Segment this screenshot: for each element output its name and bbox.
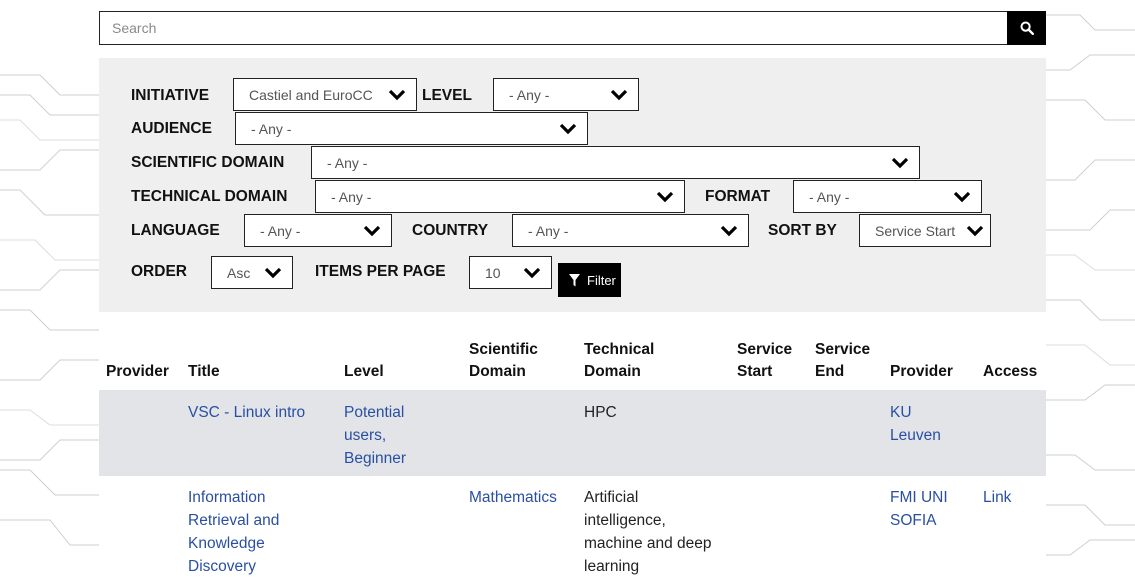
row2-access-link[interactable]: Link — [983, 486, 1011, 509]
row1-provider-line: Leuven — [890, 427, 941, 444]
row2-title-line: Knowledge — [188, 535, 265, 552]
items-per-page-select-value: 10 — [485, 265, 501, 281]
technical-domain-select[interactable]: - Any - — [315, 180, 685, 213]
row2-provider-line: SOFIA — [890, 512, 937, 529]
order-label: ORDER — [131, 263, 187, 280]
audience-select[interactable]: - Any - — [235, 112, 588, 145]
scientific-domain-select[interactable]: - Any - — [311, 146, 920, 179]
column-header-service-start-line2: Start — [737, 363, 773, 380]
order-select[interactable]: Asc — [211, 256, 293, 289]
audience-select-value: - Any - — [251, 121, 292, 137]
chevron-down-icon — [363, 225, 381, 237]
items-per-page-label: ITEMS PER PAGE — [315, 263, 446, 280]
sort-by-select-value: Service Start — [875, 223, 956, 239]
row2-provider-line: FMI UNI — [890, 489, 948, 506]
search-input[interactable] — [99, 11, 1007, 45]
search-icon — [1020, 21, 1034, 35]
format-select-value: - Any - — [809, 189, 850, 205]
row1-provider-link[interactable]: KU Leuven — [890, 401, 941, 447]
initiative-select[interactable]: Castiel and EuroCC — [233, 78, 417, 111]
row1-level-line: Beginner — [344, 450, 407, 467]
column-header-scientific-domain-line1: Scientific — [469, 341, 538, 358]
scientific-domain-select-value: - Any - — [327, 155, 368, 171]
row2-technical-domain-line: learning — [584, 558, 640, 575]
chevron-down-icon — [523, 267, 541, 279]
column-header-access: Access — [983, 363, 1038, 380]
row1-technical-domain: HPC — [584, 401, 617, 424]
country-label: COUNTRY — [412, 222, 489, 239]
row2-access-label: Link — [983, 489, 1012, 506]
chevron-down-icon — [966, 225, 984, 237]
column-header-technical-domain-line1: Technical — [584, 341, 655, 358]
level-select-value: - Any - — [509, 87, 550, 103]
filter-icon — [569, 273, 580, 286]
column-header-level: Level — [344, 363, 384, 380]
row1-technical-domain-line: HPC — [584, 404, 617, 421]
chevron-down-icon — [720, 225, 738, 237]
column-header-scientific-domain-line2: Domain — [469, 363, 526, 380]
sort-by-label: SORT BY — [768, 222, 837, 239]
column-header-service-end-line2: End — [815, 363, 845, 380]
initiative-select-value: Castiel and EuroCC — [249, 87, 373, 103]
row2-title-line: Discovery — [188, 558, 257, 575]
search-bar — [99, 11, 1046, 45]
sort-by-select[interactable]: Service Start — [859, 214, 991, 247]
country-select[interactable]: - Any - — [512, 214, 749, 247]
initiative-label: INITIATIVE — [131, 87, 210, 104]
country-select-value: - Any - — [528, 223, 569, 239]
row1-title-line: VSC - Linux intro — [188, 404, 306, 421]
column-header-title: Title — [188, 363, 220, 380]
row2-scientific-domain-line: Mathematics — [469, 489, 557, 506]
technical-domain-select-value: - Any - — [331, 189, 372, 205]
column-header-technical-domain-line2: Domain — [584, 363, 641, 380]
language-select-value: - Any - — [260, 223, 301, 239]
format-select[interactable]: - Any - — [793, 180, 982, 213]
language-select[interactable]: - Any - — [244, 214, 392, 247]
filter-button-label: Filter — [587, 272, 616, 288]
row1-level-line: users, — [344, 427, 387, 444]
filter-panel: INITIATIVE Castiel and EuroCC LEVEL - An… — [99, 58, 1046, 312]
row1-title-link[interactable]: VSC - Linux intro — [188, 401, 305, 424]
chevron-down-icon — [891, 157, 909, 169]
technical-domain-label: TECHNICAL DOMAIN — [131, 188, 288, 205]
chevron-down-icon — [388, 89, 406, 101]
chevron-down-icon — [953, 191, 971, 203]
row2-scientific-domain-link[interactable]: Mathematics — [469, 486, 557, 509]
items-per-page-select[interactable]: 10 — [469, 256, 552, 289]
chevron-down-icon — [264, 267, 282, 279]
row2-technical-domain-line: Artificial — [584, 489, 639, 506]
audience-label: AUDIENCE — [131, 120, 212, 137]
column-header-service-start-line1: Service — [737, 341, 793, 358]
level-select[interactable]: - Any - — [493, 78, 639, 111]
column-header-service-end-line1: Service — [815, 341, 871, 358]
row2-title-line: Information — [188, 489, 266, 506]
row2-technical-domain: Artificial intelligence, machine and dee… — [584, 486, 712, 578]
chevron-down-icon — [559, 123, 577, 135]
row1-level-link[interactable]: Potential users, Beginner — [344, 401, 406, 470]
search-button[interactable] — [1007, 11, 1046, 45]
column-header-provider: Provider — [890, 363, 953, 380]
format-label: FORMAT — [705, 188, 771, 205]
level-label: LEVEL — [422, 87, 472, 104]
row1-level-line: Potential — [344, 404, 405, 421]
chevron-down-icon — [610, 89, 628, 101]
row2-technical-domain-line: intelligence, — [584, 512, 666, 529]
row2-provider-link[interactable]: FMI UNI SOFIA — [890, 486, 948, 532]
row2-technical-domain-line: machine and deep — [584, 535, 712, 552]
row2-title-line: Retrieval and — [188, 512, 280, 529]
row1-provider-line: KU — [890, 404, 912, 421]
column-header-provider-logo: Provider — [106, 363, 169, 380]
row2-title-link[interactable]: Information Retrieval and Knowledge Disc… — [188, 486, 279, 578]
language-label: LANGUAGE — [131, 222, 220, 239]
scientific-domain-label: SCIENTIFIC DOMAIN — [131, 154, 285, 171]
chevron-down-icon — [656, 191, 674, 203]
order-select-value: Asc — [227, 265, 251, 281]
filter-button[interactable]: Filter — [558, 263, 621, 297]
